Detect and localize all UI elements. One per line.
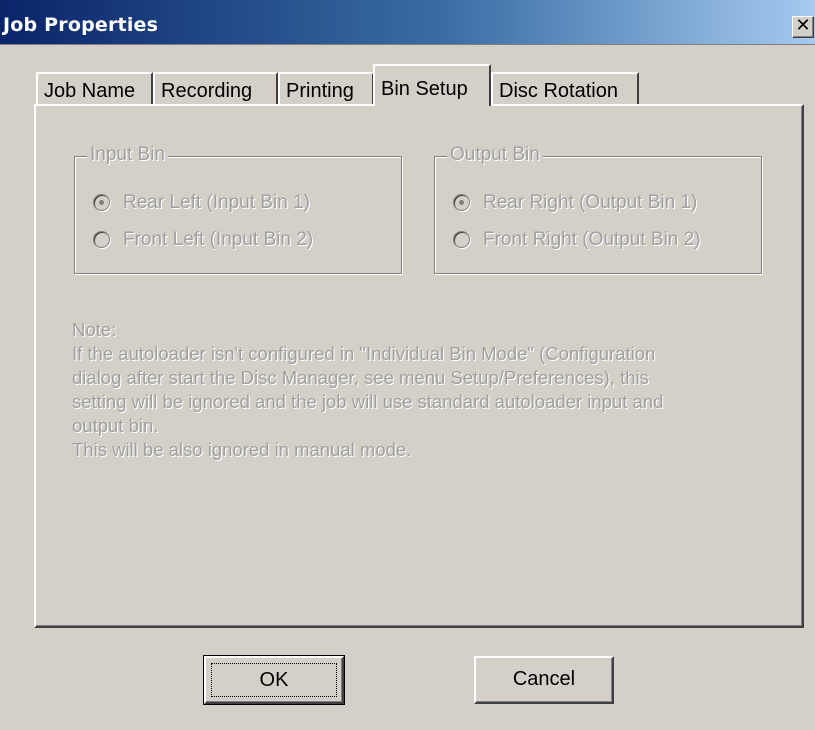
tab-label: Disc Rotation bbox=[499, 80, 618, 102]
note-line: This will be also ignored in manual mode… bbox=[72, 439, 412, 460]
radio-unselected-icon[interactable] bbox=[453, 231, 470, 248]
radio-label: Front Right (Output Bin 2) bbox=[483, 229, 701, 250]
tab-label: Bin Setup bbox=[381, 78, 468, 100]
radio-label: Rear Left (Input Bin 1) bbox=[123, 192, 310, 213]
radio-label: Rear Right (Output Bin 1) bbox=[483, 192, 698, 213]
input-bin-group: Input Bin Rear Left (Input Bin 1) Front … bbox=[74, 144, 402, 274]
tab-bin-setup[interactable]: Bin Setup bbox=[373, 64, 491, 106]
output-bin-title: Output Bin bbox=[447, 144, 543, 166]
radio-selected-icon[interactable] bbox=[453, 194, 470, 211]
ok-button-label: OK bbox=[211, 663, 337, 697]
tab-job-name[interactable]: Job Name bbox=[36, 72, 153, 104]
note-text: Note: If the autoloader isn't configured… bbox=[72, 318, 772, 462]
note-line: If the autoloader isn't configured in "I… bbox=[72, 343, 656, 364]
output-bin-group: Output Bin Rear Right (Output Bin 1) Fro… bbox=[434, 144, 762, 274]
radio-label: Front Left (Input Bin 2) bbox=[123, 229, 314, 250]
note-line: setting will be ignored and the job will… bbox=[72, 391, 664, 412]
tab-label: Job Name bbox=[44, 80, 136, 102]
note-line: output bin. bbox=[72, 415, 159, 436]
tab-disc-rotation[interactable]: Disc Rotation bbox=[491, 72, 639, 104]
ok-button[interactable]: OK bbox=[203, 655, 345, 705]
tab-printing[interactable]: Printing bbox=[278, 72, 374, 104]
tab-label: Recording bbox=[161, 80, 253, 102]
note-line: dialog after start the Disc Manager, see… bbox=[72, 367, 649, 388]
bin-setup-panel: Input Bin Rear Left (Input Bin 1) Front … bbox=[34, 104, 804, 628]
tab-label: Printing bbox=[286, 80, 354, 102]
input-bin-title: Input Bin bbox=[87, 144, 168, 166]
radio-selected-icon[interactable] bbox=[93, 194, 110, 211]
title-bar[interactable]: Job Properties ✕ bbox=[0, 0, 815, 45]
tab-recording[interactable]: Recording bbox=[153, 72, 278, 104]
note-heading: Note: bbox=[72, 319, 117, 340]
cancel-button[interactable]: Cancel bbox=[474, 656, 614, 704]
cancel-button-label: Cancel bbox=[512, 668, 576, 690]
window-title: Job Properties bbox=[3, 14, 159, 36]
close-button[interactable]: ✕ bbox=[792, 16, 814, 38]
close-icon: ✕ bbox=[795, 15, 811, 36]
radio-unselected-icon[interactable] bbox=[93, 231, 110, 248]
